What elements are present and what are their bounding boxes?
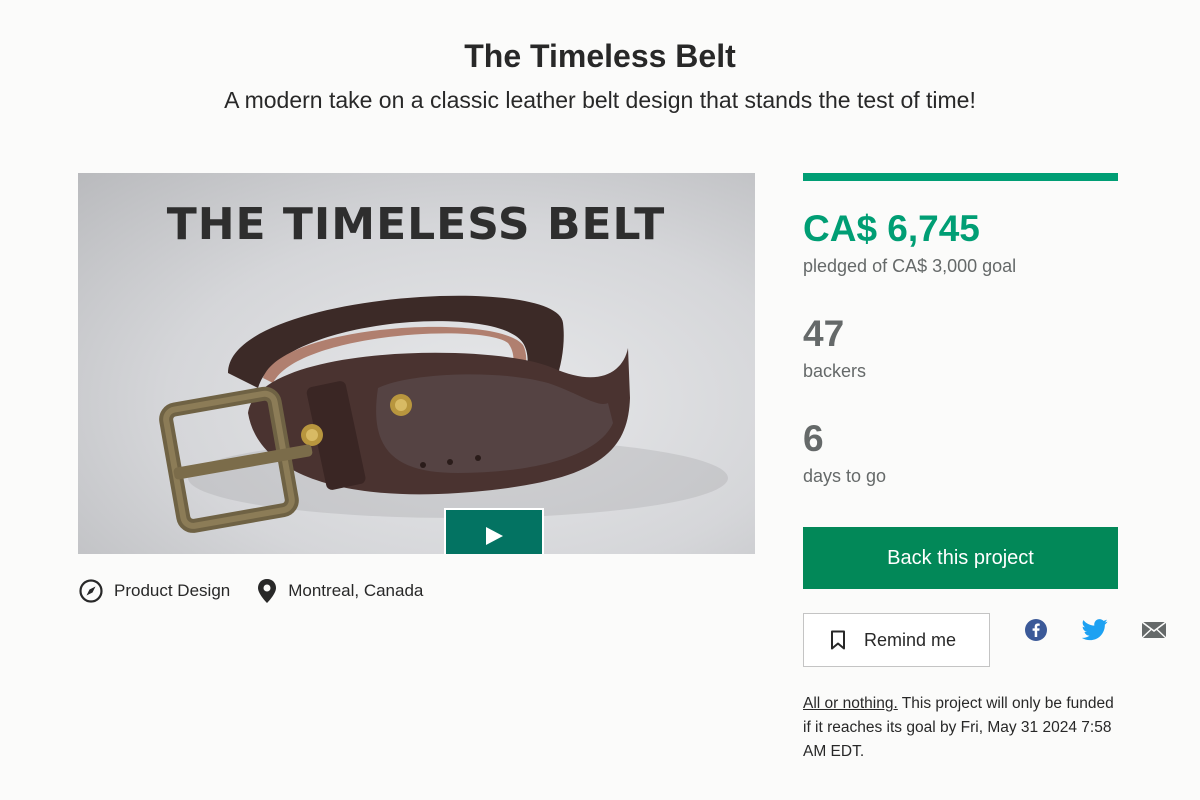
belt-product-image: THE TIMELESS BELT (159, 199, 728, 533)
play-button[interactable] (444, 508, 544, 554)
share-email-button[interactable] (1140, 618, 1168, 642)
location-label: Montreal, Canada (288, 581, 424, 600)
remind-me-button[interactable]: Remind me (803, 613, 990, 667)
funding-progress-fill (803, 173, 1118, 181)
backers-count: 47 (803, 313, 845, 354)
pledged-goal-label: pledged of CA$ 3,000 goal (803, 256, 1017, 276)
funding-progress-bar (803, 173, 1118, 181)
project-meta: Product Design Montreal, Canada (78, 578, 449, 604)
days-remaining: 6 (803, 418, 824, 459)
pledged-amount: CA$ 6,745 (803, 208, 980, 249)
play-icon (486, 527, 503, 545)
share-facebook-button[interactable] (1022, 618, 1050, 642)
location-link[interactable]: Montreal, Canada (256, 578, 423, 604)
facebook-icon (1025, 619, 1047, 641)
project-title: The Timeless Belt (464, 38, 736, 74)
email-icon (1141, 621, 1167, 639)
funding-model-note: All or nothing. This project will only b… (803, 692, 1118, 764)
remind-me-label: Remind me (864, 629, 957, 650)
share-twitter-button[interactable] (1081, 618, 1109, 642)
compass-icon (79, 579, 103, 603)
map-pin-icon (258, 579, 277, 603)
backers-label: backers (803, 361, 867, 381)
back-project-button[interactable]: Back this project (803, 527, 1118, 589)
category-label: Product Design (114, 581, 231, 600)
category-link[interactable]: Product Design (78, 578, 230, 604)
days-label: days to go (803, 466, 887, 486)
all-or-nothing-link[interactable]: All or nothing. (803, 695, 898, 712)
twitter-icon (1082, 619, 1108, 641)
bookmark-icon (831, 630, 845, 650)
project-subtitle: A modern take on a classic leather belt … (224, 87, 976, 113)
video-overlay-title: THE TIMELESS BELT (167, 199, 666, 250)
video-player[interactable]: THE TIMELESS BELT (78, 173, 755, 554)
